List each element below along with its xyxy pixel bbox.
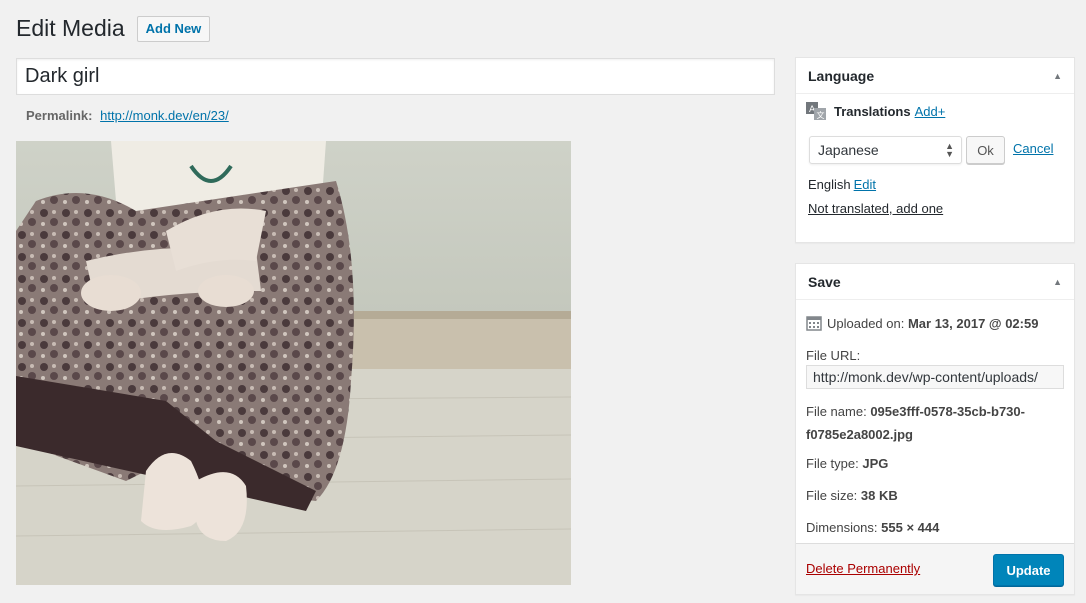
translations-label: Translations: [834, 103, 911, 119]
collapse-arrow-icon[interactable]: ▲: [1053, 71, 1062, 81]
save-box-title: Save: [808, 273, 841, 290]
media-image-illustration: [16, 141, 571, 585]
add-translation-link-secondary[interactable]: Not translated, add one: [808, 201, 943, 216]
cancel-link[interactable]: Cancel: [1013, 141, 1053, 156]
file-url-label: File URL:: [806, 348, 861, 363]
add-translation-link[interactable]: Add+: [915, 104, 946, 119]
uploaded-value: Mar 13, 2017 @ 02:59: [907, 316, 1039, 331]
svg-text:文: 文: [817, 110, 825, 120]
language-select[interactable]: Japanese ▲ ▼: [809, 136, 962, 164]
permalink-label: Permalink:: [26, 108, 93, 123]
file-size-value: 38 KB: [860, 488, 898, 503]
update-button[interactable]: Update: [993, 554, 1064, 586]
select-arrows-icon: ▲ ▼: [945, 141, 954, 159]
file-name-label: File name:: [806, 404, 867, 419]
language-select-value: Japanese: [818, 142, 879, 158]
uploaded-label: Uploaded on:: [827, 316, 905, 331]
file-type-value: JPG: [862, 456, 889, 471]
page-header: Edit Media Add New: [16, 14, 211, 43]
save-box: Save ▲ Uploaded on: Mar 13, 2017 @ 02:59…: [795, 263, 1075, 595]
dimensions-value: 555 × 444: [881, 520, 940, 535]
file-size-label: File size:: [806, 488, 858, 503]
major-publishing-actions: Delete Permanently Update: [796, 543, 1074, 594]
media-image: [16, 141, 571, 585]
edit-english-link[interactable]: Edit: [854, 177, 876, 192]
ok-button[interactable]: Ok: [966, 136, 1005, 164]
dimensions-row: Dimensions: 555 × 444: [806, 520, 939, 535]
english-label: English: [808, 177, 851, 192]
uploaded-on-row: Uploaded on: Mar 13, 2017 @ 02:59: [806, 315, 1038, 334]
language-box-title: Language: [808, 67, 875, 84]
file-name-row: File name: 095e3fff-0578-35cb-b730-f0785…: [806, 400, 1066, 446]
calendar-icon: [806, 315, 822, 334]
add-new-button[interactable]: Add New: [136, 15, 211, 42]
english-translation-row: English Edit: [808, 177, 876, 192]
translate-icon: A 文: [806, 102, 826, 120]
file-type-label: File type:: [806, 456, 859, 471]
save-box-header[interactable]: Save ▲: [796, 264, 1074, 300]
file-type-row: File type: JPG: [806, 456, 888, 471]
dimensions-label: Dimensions:: [806, 520, 878, 535]
collapse-arrow-icon[interactable]: ▲: [1053, 277, 1062, 287]
permalink: Permalink: http://monk.dev/en/23/: [26, 108, 229, 123]
file-url-input[interactable]: [806, 365, 1064, 389]
language-box-header[interactable]: Language ▲: [796, 58, 1074, 94]
permalink-link[interactable]: http://monk.dev/en/23/: [100, 108, 229, 123]
file-size-row: File size: 38 KB: [806, 488, 898, 503]
page-title: Edit Media: [16, 15, 125, 41]
translations-row: A 文 Translations Add+: [806, 102, 945, 120]
delete-permanently-link[interactable]: Delete Permanently: [806, 561, 920, 576]
media-title-input[interactable]: [16, 58, 775, 95]
